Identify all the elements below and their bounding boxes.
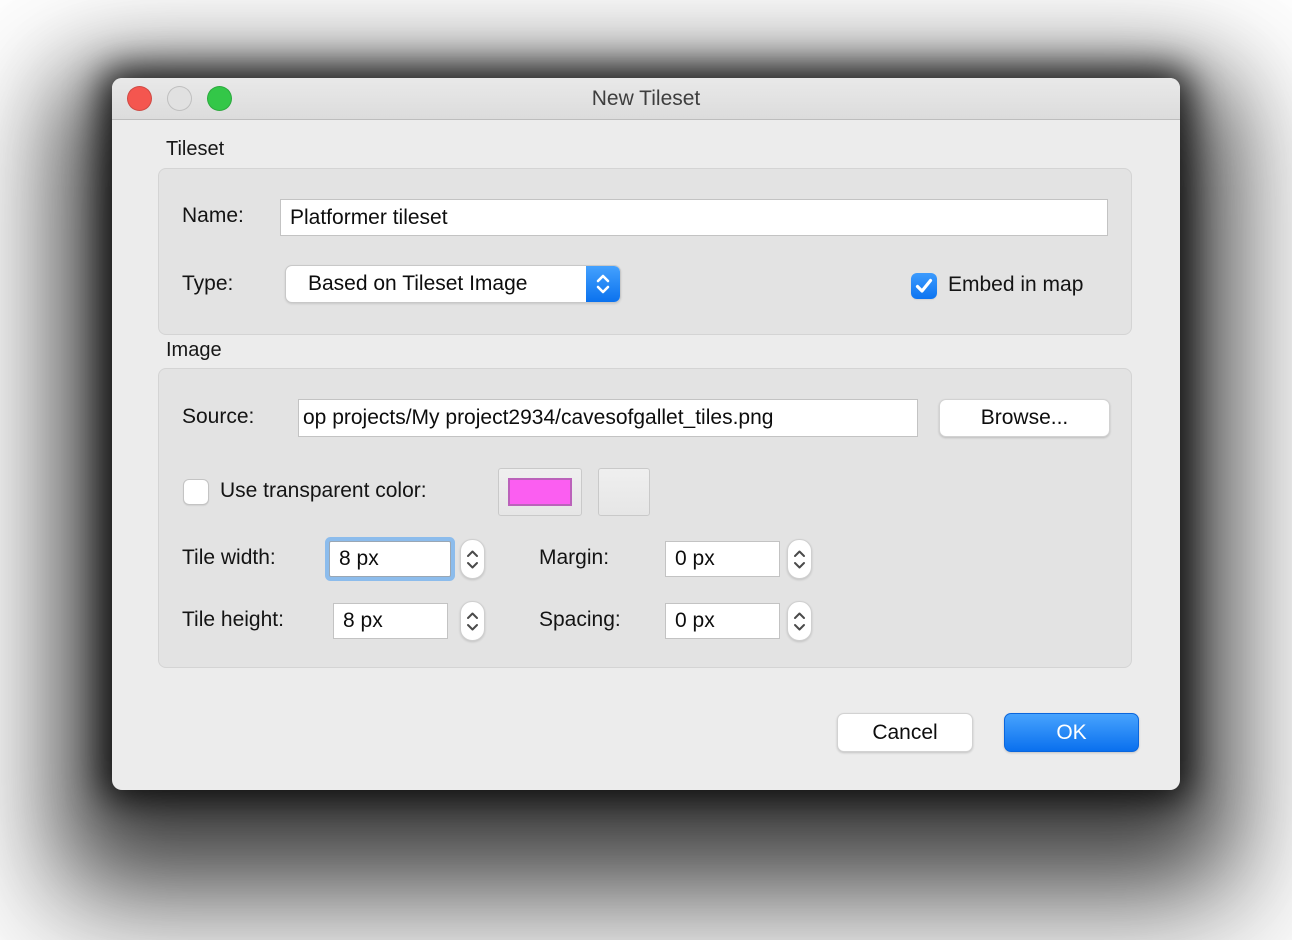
tile-width-stepper[interactable] — [460, 539, 485, 579]
chevron-up-icon — [466, 612, 479, 620]
spacing-stepper[interactable] — [787, 601, 812, 641]
cancel-button[interactable]: Cancel — [837, 713, 973, 752]
chevron-up-icon — [793, 550, 806, 558]
color-swatch — [508, 478, 572, 506]
title-bar[interactable]: New Tileset — [112, 78, 1180, 120]
tile-width-label: Tile width: — [182, 546, 276, 570]
source-label: Source: — [182, 405, 254, 429]
image-section-label: Image — [166, 339, 222, 362]
chevron-down-icon — [793, 561, 806, 569]
type-select[interactable]: Based on Tileset Image — [285, 265, 621, 303]
tile-height-input[interactable] — [333, 603, 448, 639]
tileset-section-label: Tileset — [166, 138, 224, 161]
chevron-up-icon — [466, 550, 479, 558]
embed-checkbox[interactable] — [911, 273, 937, 299]
popup-chevrons-icon — [586, 266, 620, 302]
source-input[interactable] — [298, 399, 918, 437]
embed-label: Embed in map — [948, 273, 1083, 297]
name-label: Name: — [182, 204, 244, 228]
color-picker-button[interactable] — [598, 468, 650, 516]
transparent-label: Use transparent color: — [220, 479, 427, 503]
screen: New Tileset Tileset Name: Type: Based on… — [0, 0, 1292, 940]
chevron-down-icon — [466, 561, 479, 569]
type-select-value: Based on Tileset Image — [308, 266, 580, 302]
browse-button[interactable]: Browse... — [939, 399, 1110, 437]
window-title: New Tileset — [112, 78, 1180, 119]
spacing-label: Spacing: — [539, 608, 621, 632]
type-label: Type: — [182, 272, 233, 296]
new-tileset-dialog: New Tileset Tileset Name: Type: Based on… — [112, 78, 1180, 790]
tile-height-stepper[interactable] — [460, 601, 485, 641]
name-input[interactable] — [280, 199, 1108, 236]
tile-width-input[interactable] — [329, 541, 451, 577]
margin-input[interactable] — [665, 541, 780, 577]
ok-button[interactable]: OK — [1004, 713, 1139, 752]
spacing-input[interactable] — [665, 603, 780, 639]
margin-stepper[interactable] — [787, 539, 812, 579]
chevron-up-icon — [793, 612, 806, 620]
chevron-down-icon — [793, 623, 806, 631]
transparent-color-button[interactable] — [498, 468, 582, 516]
chevron-down-icon — [466, 623, 479, 631]
margin-label: Margin: — [539, 546, 609, 570]
tileset-groupbox — [158, 168, 1132, 335]
tile-height-label: Tile height: — [182, 608, 284, 632]
checkmark-icon — [915, 278, 933, 294]
transparent-checkbox[interactable] — [183, 479, 209, 505]
